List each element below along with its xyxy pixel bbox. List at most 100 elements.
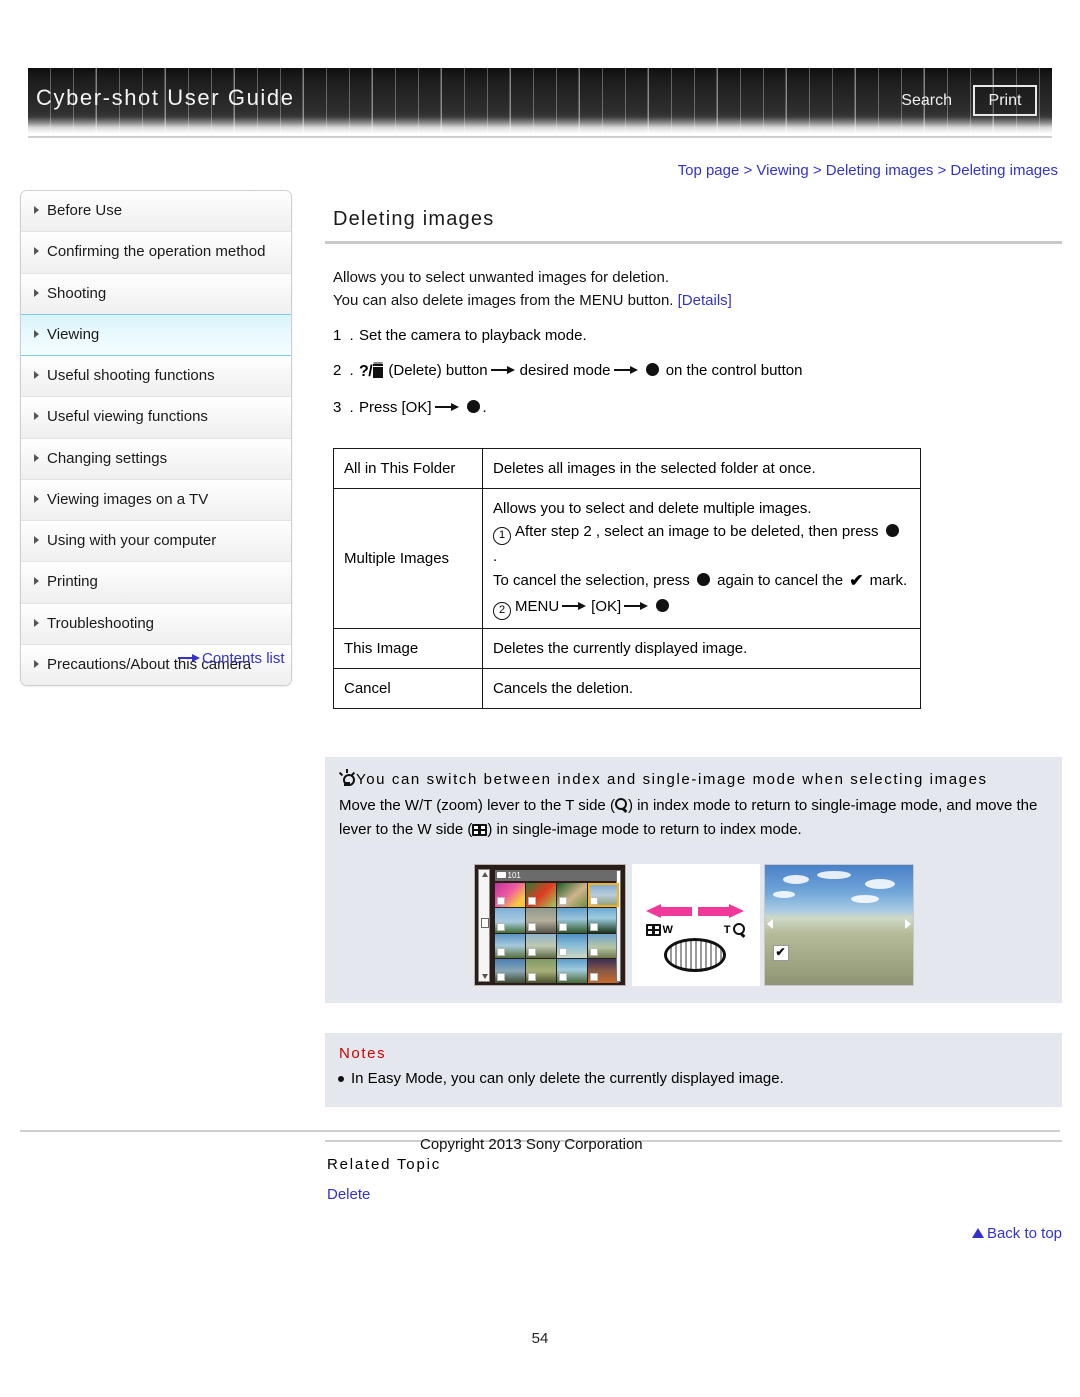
thumbnail-cell — [557, 958, 588, 984]
single-image-mode-screen: ✔ — [763, 864, 914, 987]
multiple-images-line-2: 1 After step 2 , select an image to be de… — [493, 520, 910, 568]
step-text: ?/ (Delete) button desired mode on the co… — [359, 360, 1062, 384]
sidebar-item-shooting[interactable]: Shooting — [21, 273, 291, 315]
multiple-images-line-3: To cancel the selection, press again to … — [493, 568, 910, 594]
tip-body-c: ) in single-image mode to return to inde… — [487, 820, 802, 838]
copyright-text: Copyright 2013 Sony Corporation — [420, 1136, 643, 1153]
thumbnail-cell — [588, 933, 619, 958]
related-topic-title: Related Topic — [327, 1155, 442, 1173]
arrow-right-icon — [178, 654, 200, 662]
multiple-images-line-3-a: To cancel the selection, press — [493, 572, 690, 590]
lever-label-w: W — [662, 924, 673, 937]
step-number: 2 . — [333, 362, 356, 379]
sidebar-item-printing[interactable]: Printing — [21, 562, 291, 604]
arrow-right-icon — [490, 365, 517, 375]
table-cell-key: This Image — [333, 627, 483, 669]
site-title: Cyber-shot User Guide — [36, 85, 295, 110]
sidebar-item-viewing[interactable]: Viewing — [21, 313, 291, 356]
thumbnail-cell — [525, 958, 556, 984]
chevron-right-icon — [34, 329, 39, 338]
sidebar-item-label: Confirming the operation method — [47, 243, 266, 261]
index-view-icon — [645, 924, 661, 937]
thumbnail-cell — [588, 908, 619, 933]
notes-box: Notes In Easy Mode, you can only delete … — [325, 1033, 1062, 1107]
print-button[interactable]: Print — [973, 85, 1037, 116]
related-topic-link-delete[interactable]: Delete — [325, 1186, 1062, 1203]
thumbnail-cell — [494, 933, 525, 958]
thumbnail-cell — [557, 933, 588, 958]
sidebar-item-confirming-the-operation-method[interactable]: Confirming the operation method — [21, 232, 291, 274]
multiple-images-line-3-b: again to cancel the — [717, 572, 844, 590]
sidebar-item-label: Before Use — [47, 202, 123, 219]
sidebar-item-changing-settings[interactable]: Changing settings — [21, 438, 291, 480]
arrow-right-pink-icon — [697, 904, 744, 919]
sidebar-item-label: Useful shooting functions — [47, 367, 215, 384]
circled-number-2-icon: 2 — [493, 601, 511, 620]
page-title: Deleting images — [333, 208, 495, 230]
scroll-up-arrow-icon — [481, 872, 488, 878]
contents-list-link[interactable]: Contents list — [178, 650, 285, 667]
chevron-right-icon — [34, 206, 39, 214]
circled-number-1-icon: 1 — [493, 527, 511, 545]
delete-modes-table: All in This Folder Deletes all images in… — [333, 447, 921, 710]
step-2-text-c: on the control button — [665, 362, 803, 379]
magnifier-icon — [732, 923, 746, 937]
breadcrumb[interactable]: Top page > Viewing > Deleting images > D… — [678, 162, 1058, 179]
checkmark-icon: ✔ — [849, 571, 864, 591]
zoom-lever-dial — [663, 938, 726, 973]
sidebar-item-label: Using with your computer — [47, 532, 217, 549]
table-cell-value: Deletes all images in the selected folde… — [482, 447, 921, 489]
multiple-images-line-1: Allows you to select and delete multiple… — [493, 499, 812, 517]
thumbnail-grid — [494, 883, 619, 984]
folder-icon — [496, 872, 506, 879]
step-2: 2 . ?/ (Delete) button desired mode on th… — [333, 360, 1062, 384]
header-underline — [28, 136, 1052, 138]
control-button-center-icon — [656, 598, 670, 612]
sidebar-item-before-use[interactable]: Before Use — [21, 191, 291, 233]
chevron-right-icon — [34, 288, 39, 297]
procedure-steps: 1 . Set the camera to playback mode. 2 .… — [325, 325, 1062, 420]
thumbnail-cell — [494, 908, 525, 933]
step-2-text-a: (Delete) button — [388, 362, 488, 379]
control-button-center-icon — [645, 363, 659, 376]
chevron-right-icon — [34, 618, 39, 627]
contents-list-label: Contents list — [202, 650, 285, 667]
tip-body: Move the W/T (zoom) lever to the T side … — [325, 792, 1062, 843]
index-mode-screen: 101 — [473, 864, 626, 987]
sidebar-item-useful-shooting-functions[interactable]: Useful shooting functions — [21, 356, 291, 398]
sidebar-item-useful-viewing-functions[interactable]: Useful viewing functions — [21, 397, 291, 439]
chevron-right-icon — [34, 659, 39, 668]
thumbnail-cell — [494, 958, 525, 984]
control-button-center-icon — [885, 524, 899, 537]
sidebar-item-troubleshooting[interactable]: Troubleshooting — [21, 603, 291, 645]
back-to-top-link[interactable]: Back to top — [325, 1225, 1062, 1242]
thumbnail-cell — [588, 958, 619, 984]
sidebar-item-label: Viewing — [47, 325, 100, 343]
sidebar-nav: Before Use Confirming the operation meth… — [20, 190, 292, 686]
table-cell-value: Allows you to select and delete multiple… — [482, 487, 921, 629]
chevron-right-icon — [34, 371, 39, 379]
page-number: 54 — [531, 1330, 549, 1347]
table-cell-value: Cancels the deletion. — [482, 667, 921, 710]
lightbulb-icon — [338, 769, 356, 787]
sidebar-item-using-with-your-computer[interactable]: Using with your computer — [21, 521, 291, 563]
notes-title: Notes — [339, 1045, 387, 1063]
sidebar-item-viewing-images-on-a-tv[interactable]: Viewing images on a TV — [21, 479, 291, 521]
sidebar-item-label: Useful viewing functions — [47, 408, 208, 426]
tip-heading: You can switch between index and single-… — [325, 769, 1062, 792]
tip-heading-text: You can switch between index and single-… — [356, 771, 988, 789]
triangle-up-icon — [971, 1227, 984, 1238]
tip-box: You can switch between index and single-… — [325, 757, 1062, 1004]
chevron-right-icon — [34, 577, 39, 586]
multiple-images-line-4-a: MENU — [515, 597, 560, 615]
delete-button-icon: ?/ — [359, 360, 384, 384]
thumbnail-cell — [525, 933, 556, 958]
search-button[interactable]: Search — [901, 92, 952, 110]
multiple-images-line-4-b: [OK] — [591, 597, 622, 615]
multiple-images-line-2-suffix: . — [493, 548, 498, 565]
intro-line-2-text: You can also delete images from the MENU… — [333, 292, 674, 310]
details-link[interactable]: [Details] — [678, 292, 732, 309]
title-divider — [325, 241, 1062, 244]
chevron-right-icon — [34, 412, 39, 421]
multiple-images-line-2-text: After step 2 , select an image to be del… — [515, 523, 879, 540]
